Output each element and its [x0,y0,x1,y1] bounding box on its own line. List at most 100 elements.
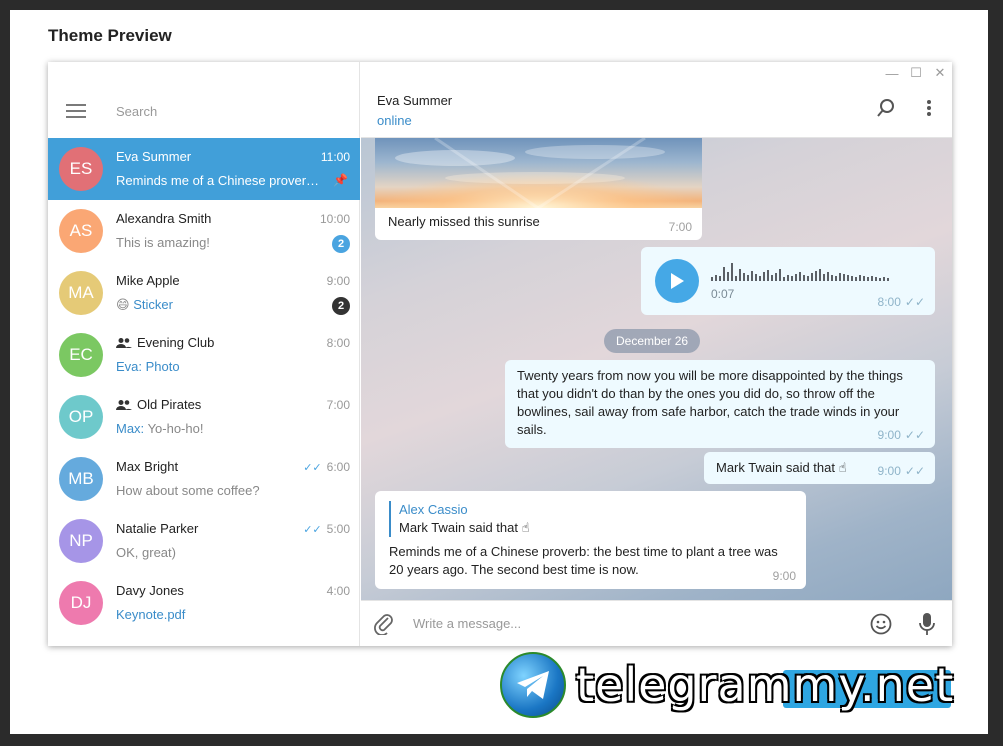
message-time: 7:00 [668,220,692,234]
outgoing-message[interactable]: Twenty years from now you will be more d… [505,360,935,448]
avatar: OP [59,395,103,439]
chat-name: Old Pirates [116,397,201,412]
group-icon [116,337,132,348]
photo-caption: Nearly missed this sunrise [388,214,540,229]
message-area: Nearly missed this sunrise 7:00 0:07 8:0… [361,138,952,600]
telegram-window: — ☐ ✕ Search ES Eva Summer 11:00 Reminds me… [48,62,952,646]
message-time: 8:00 ✓✓ [877,295,925,309]
peer-name[interactable]: Eva Summer [377,93,452,108]
message-text: Reminds me of a Chinese proverb: the bes… [389,544,778,577]
microphone-icon[interactable] [918,612,936,641]
chat-preview: OK, great) [116,545,176,560]
search-input[interactable]: Search [116,104,157,119]
hamburger-menu-icon[interactable] [48,104,104,118]
chat-list-item[interactable]: MA Mike Apple 9:00 😄 Sticker 2 [48,262,360,324]
chat-preview: Eva: Photo [116,359,180,374]
reply-quote[interactable]: Alex Cassio Mark Twain said that ☝ [389,501,792,537]
incoming-reply-message[interactable]: Alex Cassio Mark Twain said that ☝ Remin… [375,491,806,589]
chat-preview: 😄 Sticker [116,297,173,312]
watermark: telegrammy.net [500,652,954,718]
chat-time: 10:00 [319,212,350,226]
avatar: MB [59,457,103,501]
chat-list-panel: Search ES Eva Summer 11:00 Reminds me of a … [48,62,360,646]
chat-time: 9:00 [326,274,350,288]
avatar: ES [59,147,103,191]
chat-list-item[interactable]: MB Max Bright ✓✓ 6:00 How about some coffee? [48,448,360,510]
sunrise-photo[interactable] [375,138,702,208]
chat-time: 8:00 [326,336,350,350]
left-header: Search [48,84,360,138]
chat-list-item[interactable]: NP Natalie Parker ✓✓ 5:00 OK, great) [48,510,360,572]
chat-preview: Max: Yo-ho-ho! [116,421,204,436]
message-text: Twenty years from now you will be more d… [517,368,903,437]
chat-preview: How about some coffee? [116,483,260,498]
chat-name: Evening Club [116,335,214,350]
chat-time: 4:00 [326,584,350,598]
chat-list-item[interactable]: AS Alexandra Smith 10:00 This is amazing! 2 [48,200,360,262]
unread-badge: 2 [332,235,350,253]
chat-list-item[interactable]: OP Old Pirates 7:00 Max: Yo-ho-ho! [48,386,360,448]
chat-name: Davy Jones [116,583,184,598]
avatar: NP [59,519,103,563]
chat-name: Natalie Parker [116,521,199,536]
chat-preview: This is amazing! [116,235,210,250]
pin-icon: 📌 [333,173,348,187]
voice-waveform[interactable] [711,261,889,281]
close-icon[interactable]: ✕ [928,62,952,84]
voice-message[interactable]: 0:07 8:00 ✓✓ [641,247,935,315]
peer-status: online [377,113,412,128]
play-icon [671,273,684,289]
outgoing-message[interactable]: Mark Twain said that ☝ 9:00 ✓✓ [704,452,935,484]
watermark-text: telegrammy.net [576,658,955,712]
chat-list-item[interactable]: DJ Davy Jones 4:00 Keynote.pdf [48,572,360,634]
avatar: AS [59,209,103,253]
chat-preview: Reminds me of a Chinese proverb: the bes… [116,173,326,188]
avatar: EC [59,333,103,377]
message-text: Mark Twain said that ☝ [716,460,847,475]
chat-list-item[interactable]: ES Eva Summer 11:00 Reminds me of a Chinese… [48,138,360,200]
telegram-logo-icon [500,652,566,718]
voice-duration: 0:07 [711,287,735,301]
unread-badge: 2 [332,297,350,315]
minimize-icon[interactable]: — [880,62,904,84]
chat-list: ES Eva Summer 11:00 Reminds me of a Chinese… [48,138,360,634]
window-controls: — ☐ ✕ [880,62,952,84]
double-check-icon: ✓✓ [303,523,322,536]
double-check-icon: ✓✓ [904,464,925,478]
chat-name: Alexandra Smith [116,211,212,226]
photo-message[interactable]: Nearly missed this sunrise 7:00 [375,138,702,240]
avatar: MA [59,271,103,315]
chat-time: ✓✓ 5:00 [303,522,350,536]
play-button[interactable] [655,259,699,303]
emoji-icon[interactable] [870,613,892,640]
chat-time: ✓✓ 6:00 [303,460,350,474]
double-check-icon: ✓✓ [303,461,322,474]
chat-time: 7:00 [326,398,350,412]
chat-header: Eva Summer online [361,84,952,138]
double-check-icon: ✓✓ [904,428,925,442]
emoji: 😄 [116,297,130,312]
message-time: 9:00 ✓✓ [877,428,925,442]
message-input[interactable]: Write a message... [413,616,521,631]
chat-name: Max Bright [116,459,179,474]
date-separator: December 26 [604,329,701,353]
double-check-icon: ✓✓ [904,295,925,309]
composer: Write a message... [361,600,952,646]
conversation-panel: Eva Summer online Nearly missed this sun… [361,62,952,646]
reply-text: Mark Twain said that ☝ [399,520,530,535]
search-icon[interactable] [876,98,896,123]
chat-time: 11:00 [320,150,350,164]
chat-preview: Keynote.pdf [116,607,186,622]
dialog-title: Theme Preview [48,26,172,45]
chat-name: Mike Apple [116,273,180,288]
chat-list-item[interactable]: EC Evening Club 8:00 Eva: Photo [48,324,360,386]
message-time: 9:00 [772,569,796,583]
chat-name: Eva Summer [116,149,192,164]
maximize-icon[interactable]: ☐ [904,62,928,84]
message-time: 9:00 ✓✓ [877,464,925,478]
reply-author: Alex Cassio [399,502,468,517]
more-vertical-icon[interactable] [926,98,932,123]
attach-icon[interactable] [373,613,395,640]
theme-preview-dialog: Theme Preview — ☐ ✕ Search ES Eva Summer 1… [10,10,988,734]
avatar: DJ [59,581,103,625]
